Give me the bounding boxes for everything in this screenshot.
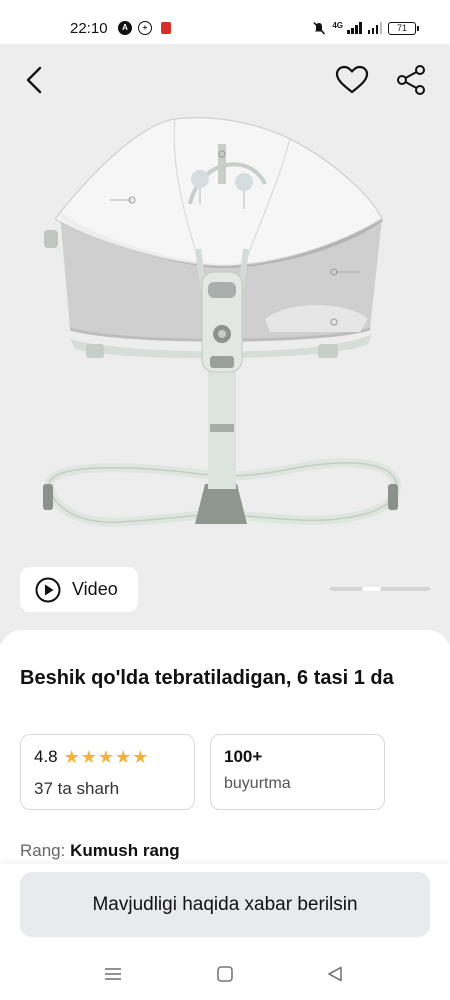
- bottom-action-bar: Mavjudligi haqida xabar berilsin: [0, 864, 450, 950]
- status-bar: 22:10 A + 4G 71: [0, 0, 450, 44]
- status-right: 4G 71: [312, 20, 419, 35]
- color-row: Rang: Kumush rang: [20, 841, 180, 861]
- orders-value: 100+: [224, 747, 263, 766]
- product-title: Beshik qo'lda tebratiladigan, 6 tasi 1 d…: [20, 667, 394, 689]
- orders-card: 100+ buyurtma: [210, 734, 385, 810]
- rating-card[interactable]: 4.8 ★ ★ ★ ★ ★ 37 ta sharh: [20, 734, 195, 810]
- orders-label: buyurtma: [224, 775, 291, 792]
- product-image: [43, 117, 401, 527]
- back-arrow-icon: [26, 66, 42, 94]
- pager-active-indicator: [362, 587, 381, 591]
- nav-back-button[interactable]: [323, 962, 347, 986]
- rating-stars: ★ ★ ★ ★ ★: [64, 748, 149, 766]
- color-label: Rang:: [20, 841, 66, 860]
- star-icon: ★: [97, 747, 115, 767]
- nav-menu-button[interactable]: [101, 962, 125, 986]
- app-a-icon: A: [118, 21, 132, 35]
- battery-level: 71: [396, 22, 407, 33]
- plus-circle-icon: +: [138, 21, 152, 35]
- nav-back-icon: [328, 966, 342, 982]
- mute-icon: [313, 21, 326, 35]
- signal-2-icon: [367, 22, 382, 34]
- menu-icon: [105, 968, 121, 980]
- battery-icon: 71: [388, 21, 419, 35]
- rating-value: 4.8: [34, 747, 58, 766]
- image-pager: [330, 587, 430, 591]
- nav-home-button[interactable]: [213, 962, 237, 986]
- star-icon: ★: [115, 747, 132, 767]
- notify-availability-button[interactable]: Mavjudligi haqida xabar berilsin: [20, 872, 430, 937]
- rating-row: 4.8 ★ ★ ★ ★ ★: [34, 747, 148, 767]
- product-image-gallery[interactable]: Video: [0, 44, 450, 644]
- status-time: 22:10: [70, 20, 108, 37]
- share-button[interactable]: [394, 62, 430, 98]
- star-icon: ★: [80, 747, 97, 767]
- signal-1-icon: [347, 22, 362, 34]
- network-type: 4G: [332, 20, 343, 30]
- play-icon: [35, 577, 61, 602]
- star-icon: ★: [63, 747, 80, 767]
- video-button[interactable]: Video: [20, 567, 138, 612]
- back-button[interactable]: [16, 62, 52, 98]
- heart-icon: [335, 65, 369, 94]
- system-nav-bar: [0, 950, 450, 1000]
- reviews-count: 37 ta sharh: [34, 779, 120, 798]
- share-icon: [397, 65, 425, 95]
- home-icon: [217, 966, 233, 982]
- color-value: Kumush rang: [70, 841, 180, 860]
- product-info: Beshik qo'lda tebratiladigan, 6 tasi 1 d…: [0, 630, 450, 870]
- star-icon: ★: [132, 747, 149, 767]
- notification-icons: A +: [118, 21, 171, 35]
- app-notification-icon: [161, 22, 171, 34]
- favorite-button[interactable]: [334, 62, 370, 98]
- video-label: Video: [72, 579, 118, 599]
